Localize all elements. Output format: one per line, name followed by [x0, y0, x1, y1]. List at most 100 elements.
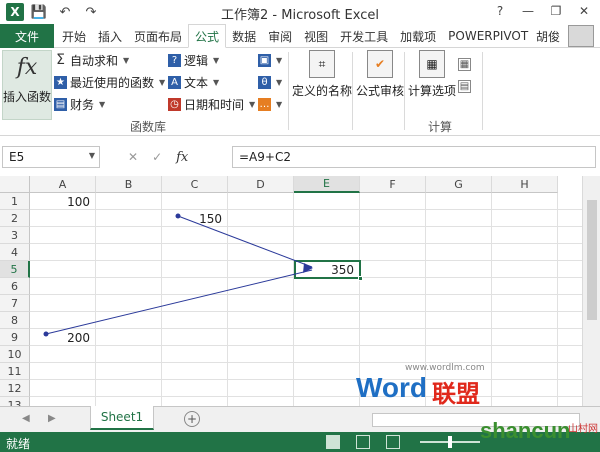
tab-powerpivot[interactable]: POWERPIVOT: [442, 24, 534, 48]
datetime-button[interactable]: ◷ 日期和时间 ▼: [168, 94, 255, 114]
defined-names-icon: ⌗: [309, 50, 335, 78]
more-functions-icon: …: [258, 97, 271, 111]
chevron-down-icon: ▼: [123, 55, 130, 65]
calc-options-button[interactable]: ▦ 计算选项: [408, 50, 456, 99]
tab-review[interactable]: 审阅: [262, 24, 298, 48]
row-header-4[interactable]: 4: [0, 244, 30, 261]
trace-arrow-a9: [45, 269, 313, 335]
vertical-scrollbar[interactable]: [582, 176, 600, 406]
page-break-view-icon[interactable]: [386, 435, 400, 449]
row-header-8[interactable]: 8: [0, 312, 30, 329]
add-sheet-icon[interactable]: +: [184, 411, 200, 427]
column-header-f[interactable]: F: [360, 176, 426, 193]
row-header-12[interactable]: 12: [0, 380, 30, 397]
formula-input[interactable]: =A9+C2: [232, 146, 596, 168]
column-header-b[interactable]: B: [96, 176, 162, 193]
row-header-7[interactable]: 7: [0, 295, 30, 312]
row-header-10[interactable]: 10: [0, 346, 30, 363]
tab-home[interactable]: 开始: [56, 24, 92, 48]
formula-auditing-button[interactable]: ✔ 公式审核: [356, 50, 404, 99]
calculator-icon: ▦: [419, 50, 445, 78]
zoom-slider-thumb[interactable]: [448, 436, 452, 448]
watermark-net: 山村网: [568, 424, 598, 435]
ribbon-separator: [482, 52, 483, 130]
tab-view[interactable]: 视图: [298, 24, 334, 48]
trace-arrow-c2: [177, 215, 313, 268]
chevron-down-icon: ▼: [276, 55, 283, 65]
row-header-3[interactable]: 3: [0, 227, 30, 244]
insert-function-label: 插入函数: [3, 90, 52, 104]
vertical-scroll-thumb[interactable]: [587, 200, 597, 320]
math-trig-button[interactable]: θ ▼: [258, 72, 282, 92]
column-header-d[interactable]: D: [228, 176, 294, 193]
row-header-2[interactable]: 2: [0, 210, 30, 227]
normal-view-icon[interactable]: [326, 435, 340, 449]
insert-function-button[interactable]: fx 插入函数: [2, 50, 52, 120]
fx-icon: fx: [16, 55, 38, 80]
column-header-a[interactable]: A: [30, 176, 96, 193]
prev-sheet-arrow-icon[interactable]: ◀: [22, 413, 30, 424]
row-header-9[interactable]: 9: [0, 329, 30, 346]
row-header-11[interactable]: 11: [0, 363, 30, 380]
chevron-down-icon: ▼: [276, 99, 283, 109]
tab-data[interactable]: 数据: [226, 24, 262, 48]
user-name[interactable]: 胡俊: [536, 28, 560, 45]
page-layout-view-icon[interactable]: [356, 435, 370, 449]
logical-button[interactable]: ? 逻辑 ▼: [168, 50, 255, 70]
text-button[interactable]: A 文本 ▼: [168, 72, 255, 92]
enter-formula-icon[interactable]: ✓: [152, 150, 162, 164]
watermark-word: Word: [356, 372, 428, 403]
close-button[interactable]: ✕: [572, 2, 596, 20]
trace-dot-a9: [43, 331, 49, 337]
clock-icon: ◷: [168, 97, 181, 111]
star-icon: ★: [54, 75, 67, 89]
group-label-function-library: 函数库: [130, 120, 167, 134]
defined-names-button[interactable]: ⌗ 定义的名称: [292, 50, 352, 99]
chevron-down-icon: ▼: [213, 55, 220, 65]
worksheet-grid: ABCDEFGH 1 2 3 4 5 6 7 8 9 10 11 12 13 100 150 350 2…: [0, 176, 600, 414]
restore-button[interactable]: ❐: [544, 2, 568, 20]
calc-now-button[interactable]: ▦: [458, 54, 471, 74]
ribbon-separator: [288, 52, 289, 130]
column-header-g[interactable]: G: [426, 176, 492, 193]
logical-icon: ?: [168, 53, 181, 67]
tab-addins[interactable]: 加载项: [394, 24, 442, 48]
tab-developer[interactable]: 开发工具: [334, 24, 394, 48]
trace-precedents: [43, 213, 313, 337]
select-all-corner[interactable]: [0, 176, 30, 193]
row-header-1[interactable]: 1: [0, 193, 30, 210]
chevron-down-icon: ▼: [88, 151, 95, 160]
cell-area[interactable]: 100 150 350 200: [30, 193, 582, 406]
autosum-button[interactable]: Σ 自动求和 ▼: [54, 50, 165, 70]
column-header-h[interactable]: H: [492, 176, 558, 193]
avatar[interactable]: [568, 25, 594, 47]
column-header-e[interactable]: E: [294, 176, 360, 193]
formula-bar: E5 ▼ ✕ ✓ fx =A9+C2: [0, 142, 600, 170]
chevron-down-icon: ▼: [213, 77, 220, 87]
chevron-down-icon: ▼: [159, 77, 166, 87]
ribbon-separator: [404, 52, 405, 130]
row-header-5[interactable]: 5: [0, 261, 30, 278]
tab-page-layout[interactable]: 页面布局: [128, 24, 188, 48]
minimize-button[interactable]: —: [516, 2, 540, 20]
calc-sheet-button[interactable]: ▤: [458, 76, 471, 96]
more-functions-button[interactable]: … ▼: [258, 94, 282, 114]
tab-formulas[interactable]: 公式: [188, 24, 227, 48]
text-icon: A: [168, 75, 181, 89]
financial-button[interactable]: ▤ 财务 ▼: [54, 94, 165, 114]
name-box[interactable]: E5 ▼: [2, 146, 100, 168]
column-header-c[interactable]: C: [162, 176, 228, 193]
recent-functions-button[interactable]: ★ 最近使用的函数 ▼: [54, 72, 165, 92]
next-sheet-arrow-icon[interactable]: ▶: [48, 413, 56, 424]
sheet-tab-sheet1[interactable]: Sheet1: [90, 406, 154, 430]
insert-function-icon[interactable]: fx: [176, 150, 188, 165]
lookup-button[interactable]: ▣ ▼: [258, 50, 282, 70]
chevron-down-icon: ▼: [249, 99, 256, 109]
tab-insert[interactable]: 插入: [92, 24, 128, 48]
row-header-6[interactable]: 6: [0, 278, 30, 295]
cancel-formula-icon[interactable]: ✕: [128, 150, 138, 164]
help-button[interactable]: ?: [488, 2, 512, 20]
ribbon-formulas: fx 插入函数 Σ 自动求和 ▼ ★ 最近使用的函数 ▼ ▤ 财务 ▼ ? 逻辑 ▼ A…: [0, 48, 600, 136]
tab-file[interactable]: 文件: [0, 24, 54, 48]
watermark-shancun: shancun: [480, 418, 571, 443]
